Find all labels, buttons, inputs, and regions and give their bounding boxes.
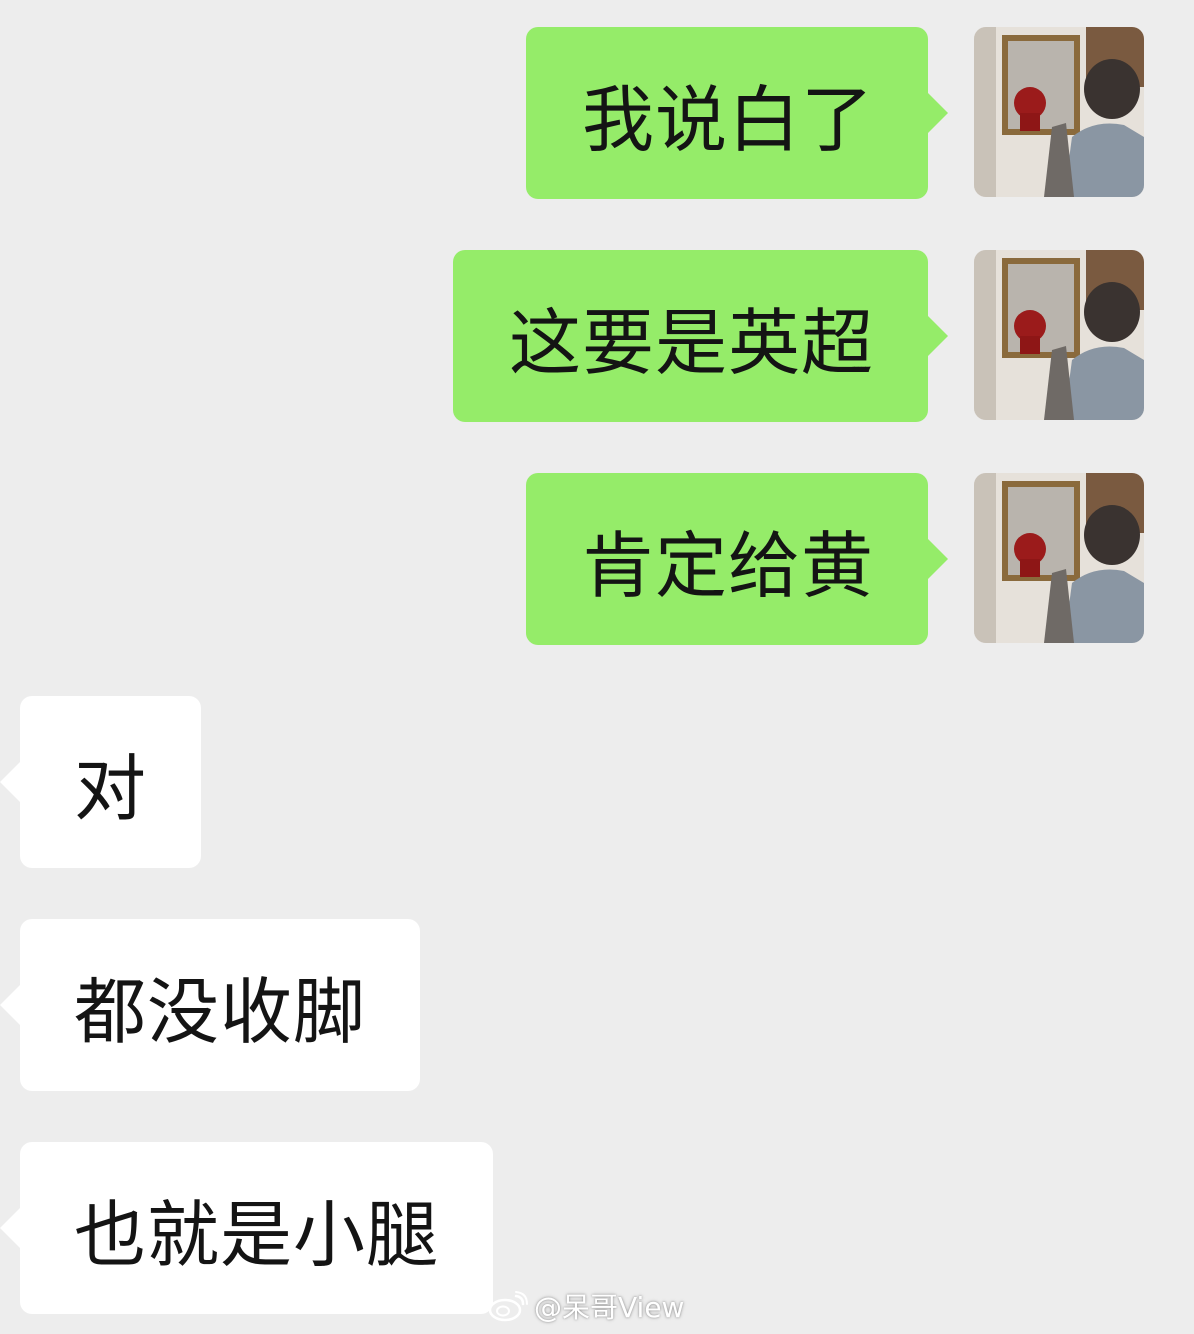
message-text: 这要是英超 [508, 300, 874, 385]
message-text: 对 [74, 746, 148, 831]
message-text: 也就是小腿 [74, 1192, 440, 1277]
message-text: 肯定给黄 [581, 523, 874, 608]
message-row-outgoing: 肯定给黄 [0, 473, 1194, 645]
watermark-text: @呆哥View [534, 1291, 685, 1324]
outgoing-message-bubble[interactable]: 我说白了 [525, 27, 949, 199]
user-avatar[interactable] [974, 27, 1144, 197]
avatar-image [974, 27, 1144, 197]
message-row-outgoing: 这要是英超 [0, 250, 1194, 422]
incoming-message-bubble[interactable]: 也就是小腿 [0, 1142, 494, 1314]
incoming-message-bubble[interactable]: 对 [0, 696, 202, 868]
user-avatar[interactable] [974, 473, 1144, 643]
outgoing-message-bubble[interactable]: 肯定给黄 [525, 473, 949, 645]
message-text: 我说白了 [581, 77, 874, 162]
watermark: @呆哥View [488, 1286, 684, 1326]
weibo-icon [488, 1291, 528, 1322]
avatar-image [974, 473, 1144, 643]
user-avatar[interactable] [974, 250, 1144, 420]
message-row-outgoing: 我说白了 [0, 27, 1194, 199]
outgoing-message-bubble[interactable]: 这要是英超 [452, 250, 949, 422]
message-text: 都没收脚 [74, 969, 367, 1054]
avatar-image [974, 250, 1144, 420]
message-row-incoming: 都没收脚 [0, 919, 1194, 1091]
incoming-message-bubble[interactable]: 都没收脚 [0, 919, 421, 1091]
message-row-incoming: 对 [0, 696, 1194, 868]
